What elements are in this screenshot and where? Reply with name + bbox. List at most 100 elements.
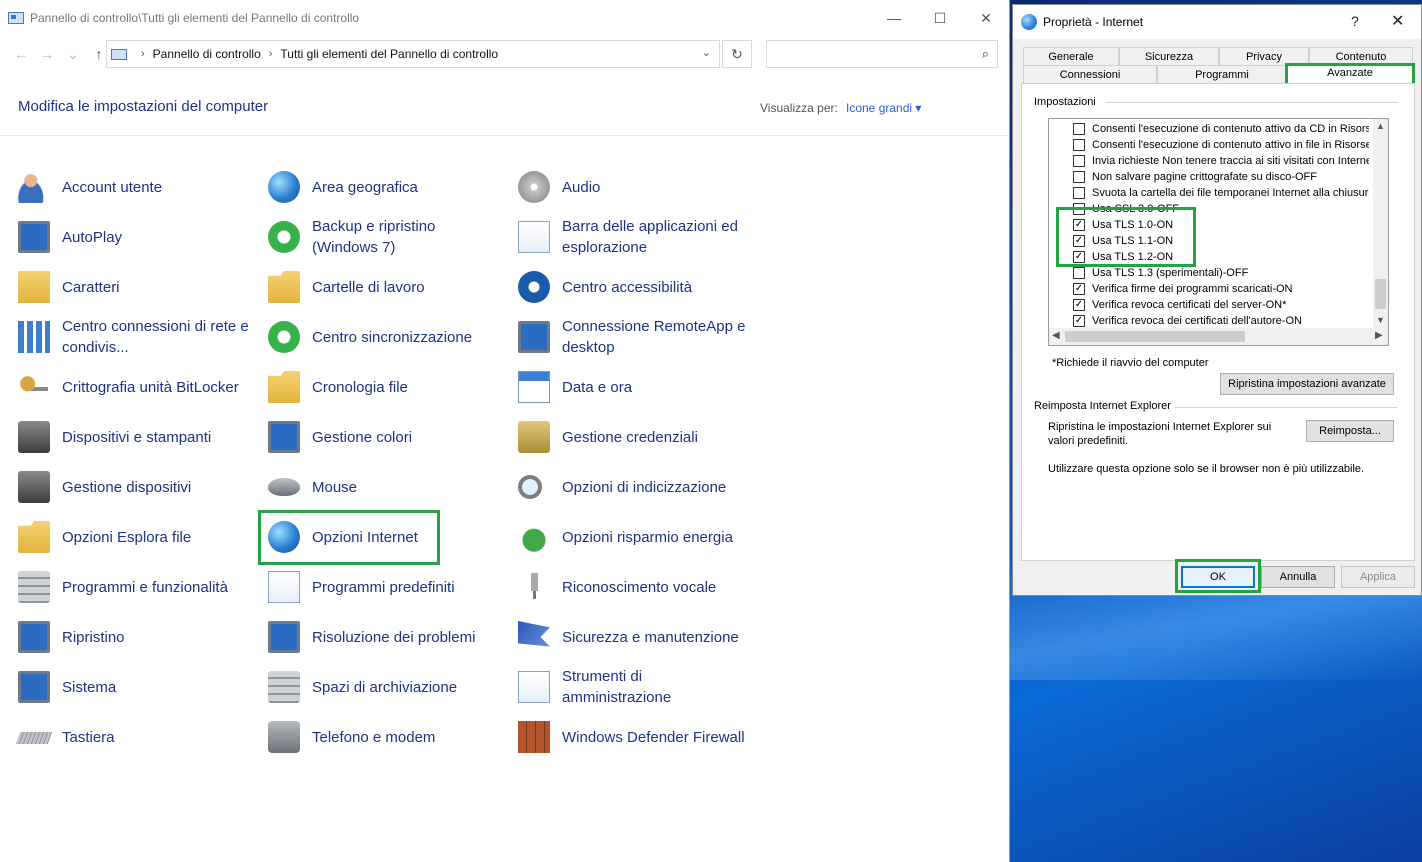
control-panel-item-area-geografica[interactable]: Area geografica	[250, 162, 498, 212]
control-panel-item-programmi-e-funzionalita[interactable]: Programmi e funzionalità	[0, 562, 248, 612]
control-panel-item-centro-connessioni-di-rete-e-condivis[interactable]: Centro connessioni di rete e condivis...	[0, 312, 249, 362]
setting-option[interactable]: Usa TLS 1.3 (sperimentali)-OFF	[1073, 265, 1369, 281]
close-button[interactable]: ✕	[963, 0, 1009, 36]
scroll-down-icon[interactable]: ▼	[1376, 315, 1385, 325]
setting-option[interactable]: ✓ Verifica firme dei programmi scaricati-…	[1073, 281, 1369, 297]
tab-connessioni[interactable]: Connessioni	[1023, 65, 1157, 83]
setting-option[interactable]: Svuota la cartella dei file temporanei I…	[1073, 185, 1369, 201]
control-panel-item-cartelle-di-lavoro[interactable]: Cartelle di lavoro	[250, 262, 498, 312]
checkbox-checked[interactable]: ✓	[1073, 299, 1085, 311]
checkbox-unchecked[interactable]	[1073, 187, 1085, 199]
setting-label: Svuota la cartella dei file temporanei I…	[1092, 187, 1369, 199]
setting-option[interactable]: ✓ Verifica revoca dei certificati dell'au…	[1073, 313, 1369, 329]
checkbox-unchecked[interactable]	[1073, 139, 1085, 151]
control-panel-item-strumenti-di-amministrazione[interactable]: Strumenti di amministrazione	[500, 662, 748, 712]
address-bar[interactable]: › Pannello di controllo › Tutti gli elem…	[106, 40, 720, 68]
scroll-up-icon[interactable]: ▲	[1376, 121, 1385, 131]
control-panel-item-riconoscimento-vocale[interactable]: Riconoscimento vocale	[500, 562, 748, 612]
control-panel-item-audio[interactable]: Audio	[500, 162, 748, 212]
control-panel-item-gestione-colori[interactable]: Gestione colori	[250, 412, 498, 462]
breadcrumb-all-items[interactable]: Tutti gli elementi del Pannello di contr…	[280, 47, 498, 61]
refresh-button[interactable]: ↻	[722, 40, 752, 68]
control-panel-item-sicurezza-e-manutenzione[interactable]: Sicurezza e manutenzione	[500, 612, 748, 662]
control-panel-item-gestione-credenziali[interactable]: Gestione credenziali	[500, 412, 748, 462]
control-panel-item-centro-sincronizzazione[interactable]: Centro sincronizzazione	[250, 312, 498, 362]
minimize-button[interactable]: —	[871, 0, 917, 36]
net-icon	[18, 321, 50, 353]
maximize-button[interactable]: ☐	[917, 0, 963, 36]
setting-option[interactable]: ✓ Verifica revoca certificati del server-…	[1073, 297, 1369, 313]
control-panel-item-centro-accessibilita[interactable]: Centro accessibilità	[500, 262, 748, 312]
checkbox-checked[interactable]: ✓	[1073, 315, 1085, 327]
control-panel-item-mouse[interactable]: Mouse	[250, 462, 498, 512]
vertical-scrollbar[interactable]: ▲ ▼	[1373, 119, 1388, 329]
item-label: Cartelle di lavoro	[312, 278, 425, 296]
checkbox-unchecked[interactable]	[1073, 155, 1085, 167]
control-panel-item-barra-delle-applicazioni-ed-esplorazione[interactable]: Barra delle applicazioni ed esplorazione	[500, 212, 748, 262]
chevron-down-icon[interactable]: ⌄	[702, 46, 711, 59]
control-panel-item-opzioni-risparmio-energia[interactable]: Opzioni risparmio energia	[500, 512, 748, 562]
disc-icon	[518, 171, 550, 203]
back-button[interactable]: ←	[8, 46, 34, 62]
checkbox-unchecked[interactable]	[1073, 267, 1085, 279]
apply-button[interactable]: Applica	[1341, 566, 1415, 588]
scrollbar-thumb[interactable]	[1375, 279, 1386, 309]
help-button[interactable]: ?	[1351, 13, 1359, 29]
setting-option[interactable]: Consenti l'esecuzione di contenuto attiv…	[1073, 121, 1369, 137]
tab-sicurezza[interactable]: Sicurezza	[1119, 47, 1219, 65]
forward-button[interactable]: →	[34, 46, 60, 62]
breadcrumb-control-panel[interactable]: Pannello di controllo	[153, 47, 261, 61]
printer-icon	[18, 471, 50, 503]
tab-generale[interactable]: Generale	[1023, 47, 1119, 65]
checkbox-unchecked[interactable]	[1073, 171, 1085, 183]
control-panel-item-dispositivi-e-stampanti[interactable]: Dispositivi e stampanti	[0, 412, 248, 462]
control-panel-item-cronologia-file[interactable]: Cronologia file	[250, 362, 498, 412]
horizontal-scrollbar[interactable]: ◀ ▶	[1049, 328, 1388, 345]
setting-option[interactable]: Non salvare pagine crittografate su disc…	[1073, 169, 1369, 185]
item-label: Riconoscimento vocale	[562, 578, 717, 596]
control-panel-item-programmi-predefiniti[interactable]: Programmi predefiniti	[250, 562, 498, 612]
scroll-left-icon[interactable]: ◀	[1052, 330, 1060, 341]
setting-option[interactable]: Consenti l'esecuzione di contenuto attiv…	[1073, 137, 1369, 153]
scrollbar-thumb[interactable]	[1065, 331, 1245, 342]
control-panel-item-gestione-dispositivi[interactable]: Gestione dispositivi	[0, 462, 248, 512]
control-panel-item-sistema[interactable]: Sistema	[0, 662, 248, 712]
control-panel-item-spazi-di-archiviazione[interactable]: Spazi di archiviazione	[250, 662, 498, 712]
control-panel-item-opzioni-di-indicizzazione[interactable]: Opzioni di indicizzazione	[500, 462, 748, 512]
window-titlebar: Pannello di controllo\Tutti gli elementi…	[0, 0, 1009, 36]
checkbox-checked[interactable]: ✓	[1073, 283, 1085, 295]
green-icon	[268, 221, 300, 253]
control-panel-item-ripristino[interactable]: Ripristino	[0, 612, 248, 662]
control-panel-item-connessione-remoteapp-e-desktop[interactable]: Connessione RemoteApp e desktop	[500, 312, 748, 362]
item-label: Sistema	[62, 678, 117, 696]
control-panel-item-tastiera[interactable]: Tastiera	[0, 712, 248, 762]
setting-option[interactable]: Invia richieste Non tenere traccia ai si…	[1073, 153, 1369, 169]
dialog-close-button[interactable]: ✕	[1391, 11, 1404, 31]
recent-locations-button[interactable]: ⌄	[60, 46, 86, 63]
item-label: Gestione colori	[312, 428, 413, 446]
advanced-tab-panel: Impostazioni ✓ Verifica revoca dei certif…	[1021, 83, 1415, 561]
control-panel-item-data-e-ora[interactable]: Data e ora	[500, 362, 748, 412]
control-panel-item-windows-defender-firewall[interactable]: Windows Defender Firewall	[500, 712, 748, 762]
control-panel-item-risoluzione-dei-problemi[interactable]: Risoluzione dei problemi	[250, 612, 498, 662]
control-panel-item-telefono-e-modem[interactable]: Telefono e modem	[250, 712, 498, 762]
control-panel-item-backup-e-ripristino-windows-7[interactable]: Backup e ripristino (Windows 7)	[250, 212, 498, 262]
control-panel-item-crittografia-unita-bitlocker[interactable]: Crittografia unità BitLocker	[0, 362, 248, 412]
scroll-right-icon[interactable]: ▶	[1375, 330, 1383, 341]
search-input[interactable]: ⌕	[766, 40, 998, 68]
reset-button[interactable]: Reimposta...	[1306, 420, 1394, 442]
restore-advanced-button[interactable]: Ripristina impostazioni avanzate	[1220, 373, 1394, 395]
control-panel-item-caratteri[interactable]: Caratteri	[0, 262, 248, 312]
control-panel-item-opzioni-esplora-file[interactable]: Opzioni Esplora file	[0, 512, 248, 562]
item-label: Programmi e funzionalità	[62, 578, 228, 596]
control-panel-item-autoplay[interactable]: AutoPlay	[0, 212, 248, 262]
search-icon[interactable]: ⌕	[982, 46, 989, 62]
checkbox-unchecked[interactable]	[1073, 123, 1085, 135]
control-panel-item-account-utente[interactable]: Account utente	[0, 162, 248, 212]
cancel-button[interactable]: Annulla	[1261, 566, 1335, 588]
mouse-icon	[268, 478, 300, 496]
restart-note: *Richiede il riavvio del computer	[1052, 357, 1209, 369]
battery-icon	[518, 521, 550, 553]
view-by-dropdown[interactable]: Icone grandi ▾	[846, 101, 921, 115]
tab-programmi[interactable]: Programmi	[1157, 65, 1287, 83]
